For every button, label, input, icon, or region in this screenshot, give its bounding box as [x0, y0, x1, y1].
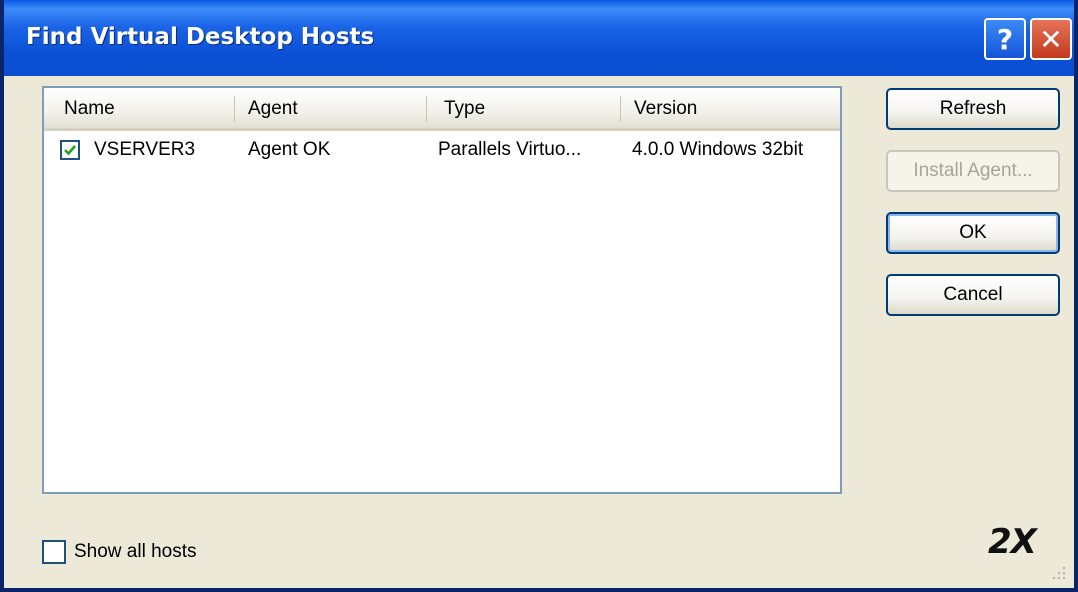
install-agent-button[interactable]: Install Agent... [886, 150, 1060, 192]
title-bar[interactable]: Find Virtual Desktop Hosts ? ✕ [4, 0, 1074, 76]
help-button[interactable]: ? [984, 18, 1026, 60]
column-divider[interactable] [426, 96, 427, 122]
column-header-agent[interactable]: Agent [248, 88, 298, 128]
cancel-button[interactable]: Cancel [886, 274, 1060, 316]
column-divider[interactable] [234, 96, 235, 122]
ok-label: OK [959, 222, 987, 243]
show-all-checkbox[interactable] [42, 540, 66, 564]
column-header-type[interactable]: Type [444, 88, 485, 128]
column-header-version[interactable]: Version [634, 88, 697, 128]
show-all-hosts-option[interactable]: Show all hosts [42, 538, 197, 566]
hosts-list[interactable]: Name Agent Type Version VSERVER3 Agent O… [42, 86, 842, 494]
2x-logo: 2X [988, 522, 1037, 562]
close-button[interactable]: ✕ [1030, 18, 1072, 60]
checkmark-icon [64, 145, 76, 156]
install-agent-label: Install Agent... [913, 160, 1033, 181]
host-checkbox[interactable] [60, 140, 80, 160]
dialog-window: Find Virtual Desktop Hosts ? ✕ Name Agen… [0, 0, 1078, 592]
column-divider[interactable] [620, 96, 621, 122]
column-header-name[interactable]: Name [64, 88, 115, 128]
refresh-label: Refresh [939, 98, 1007, 119]
resize-grip-icon[interactable] [1048, 562, 1068, 582]
close-icon: ✕ [1039, 22, 1063, 56]
refresh-button[interactable]: Refresh [886, 88, 1060, 130]
window-title: Find Virtual Desktop Hosts [26, 24, 375, 50]
list-header: Name Agent Type Version [44, 88, 840, 131]
host-version: 4.0.0 Windows 32bit [632, 139, 804, 160]
host-agent: Agent OK [248, 139, 331, 160]
list-row[interactable]: VSERVER3 Agent OK Parallels Virtuo... 4.… [44, 132, 840, 168]
help-icon: ? [996, 22, 1014, 56]
host-name: VSERVER3 [94, 139, 196, 160]
cancel-label: Cancel [943, 284, 1003, 305]
ok-button[interactable]: OK [886, 212, 1060, 254]
host-type: Parallels Virtuo... [438, 139, 582, 160]
show-all-label[interactable]: Show all hosts [74, 541, 197, 563]
